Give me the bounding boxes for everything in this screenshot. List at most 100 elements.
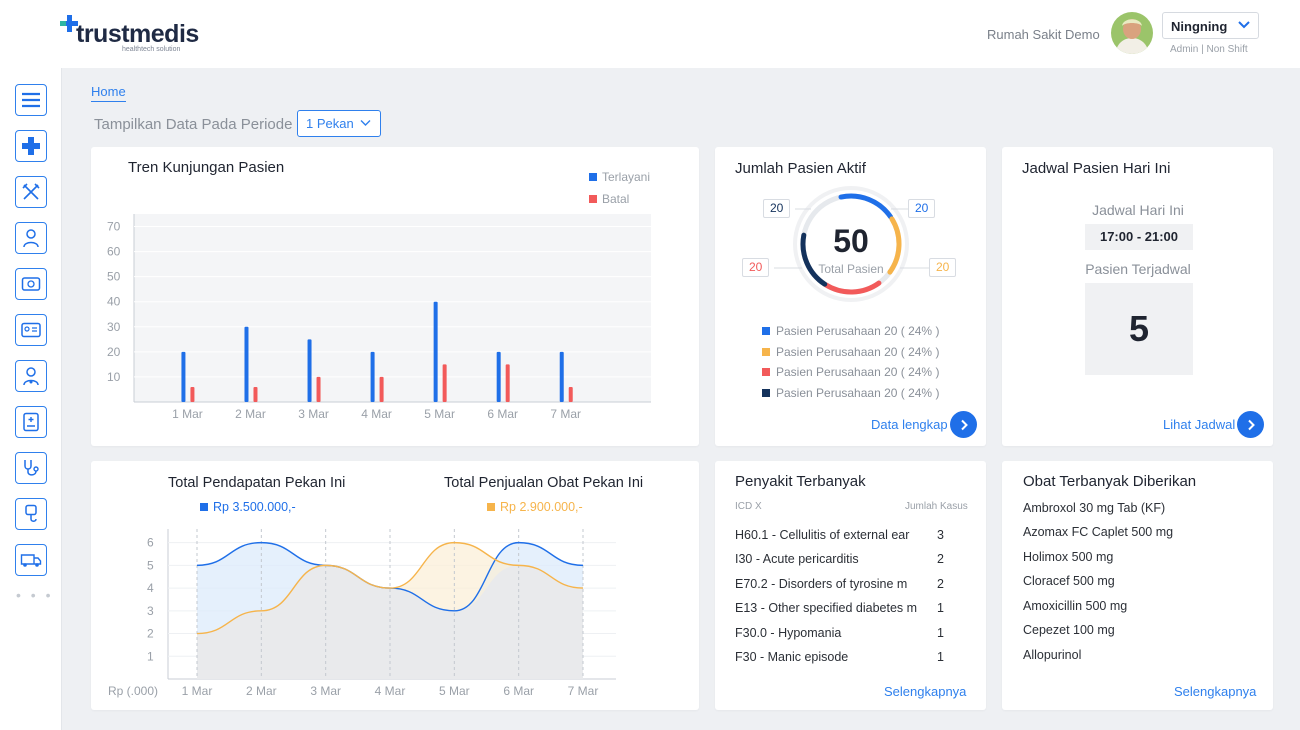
today-schedule-label: Jadwal Hari Ini (1092, 202, 1184, 218)
y-tick-label: 4 (147, 581, 154, 595)
sidebar-item-examination[interactable] (15, 452, 47, 484)
sidebar-item-menu[interactable] (15, 84, 47, 116)
bar-terlayani (496, 351, 501, 402)
y-tick-label: 10 (107, 370, 121, 384)
brand-tagline: healthtech solution (122, 46, 181, 53)
chevron-right-icon (1247, 419, 1255, 430)
icd-column-header: ICD X (735, 501, 762, 512)
sidebar-item-inpatient[interactable] (15, 498, 47, 530)
bar-terlayani (370, 351, 375, 402)
x-tick-label: 4 Mar (361, 407, 392, 421)
revenue-area-chart: 1 2 3 4 5 6 1 Mar 2 Mar 3 Mar 4 Mar 5 Mar 6 Mar 7 Ma… (108, 529, 616, 698)
trustmedis-cross-icon (22, 137, 40, 155)
list-item[interactable]: Azomax FC Caplet 500 mg (1023, 525, 1173, 539)
list-item[interactable]: Allopurinol (1023, 648, 1081, 662)
bar-batal (505, 364, 510, 402)
table-row[interactable]: H60.1 - Cellulitis of external ear 3 (735, 528, 950, 548)
top-bar: trustmedis healthtech solution Rumah Sak… (0, 0, 1300, 68)
list-item[interactable]: Cloracef 500 mg (1023, 574, 1115, 588)
x-tick-label: 1 Mar (182, 684, 213, 698)
bar-terlayani (244, 326, 249, 402)
schedule-card: Jadwal Pasien Hari Ini Jadwal Hari Ini 1… (1002, 147, 1273, 446)
bar-terlayani (307, 339, 312, 402)
sidebar-item-cashier[interactable] (15, 268, 47, 300)
sidebar-item-nurse[interactable] (15, 360, 47, 392)
tools-icon (22, 183, 40, 200)
drugs-title: Obat Terbanyak Diberikan (1023, 473, 1197, 490)
list-item[interactable]: Holimox 500 mg (1023, 550, 1113, 564)
case-count-column-header: Jumlah Kasus (905, 501, 968, 512)
total-patients-label: Total Pasien (818, 262, 884, 276)
visits-card: Tren Kunjungan Pasien Terlayani Batal 10… (91, 147, 699, 446)
bar-batal (316, 376, 321, 402)
breadcrumb[interactable]: Home (91, 84, 126, 102)
table-row[interactable]: F30.0 - Hypomania 1 (735, 626, 950, 646)
x-tick-label: 2 Mar (235, 407, 266, 421)
visits-bar-chart: 10 20 30 40 50 60 70 1 Mar 2 Mar 3 Mar 4 Mar 5 Mar 6… (107, 214, 651, 421)
cash-register-icon (21, 277, 41, 291)
lihat-jadwal-button[interactable] (1237, 411, 1264, 438)
bar-terlayani (181, 351, 186, 402)
x-tick-label: 7 Mar (568, 684, 599, 698)
list-item[interactable]: Amoxicillin 500 mg (1023, 599, 1127, 613)
data-lengkap-button[interactable] (950, 411, 977, 438)
chevron-down-icon (1238, 21, 1250, 29)
sidebar-item-dashboard[interactable] (15, 130, 47, 162)
doctor-icon (23, 229, 39, 248)
revenue-card: Total Pendapatan Pekan Ini Rp 3.500.000,… (91, 461, 699, 710)
user-role: Admin | Non Shift (1170, 44, 1248, 55)
sidebar-item-medical-record[interactable] (15, 406, 47, 438)
plot-area (134, 214, 651, 402)
table-row[interactable]: F30 - Manic episode 1 (735, 650, 950, 670)
diseases-card: Penyakit Terbanyak ICD X Jumlah Kasus H6… (715, 461, 986, 710)
table-row[interactable]: E13 - Other specified diabetes m1 (735, 601, 950, 621)
period-label: Tampilkan Data Pada Periode (94, 116, 293, 133)
x-axis-unit-label: Rp (.000) (108, 684, 158, 698)
lihat-jadwal-link[interactable]: Lihat Jadwal (1163, 417, 1235, 432)
total-patients: 50 (833, 223, 869, 259)
x-tick-label: 6 Mar (503, 684, 534, 698)
list-item[interactable]: Cepezet 100 mg (1023, 623, 1115, 637)
scheduled-patients-label: Pasien Terjadwal (1085, 261, 1191, 277)
sidebar-more[interactable]: • • • (16, 587, 53, 603)
bar-terlayani (433, 301, 438, 402)
bar-batal (379, 376, 384, 402)
donut-legend-item: Pasien Perusahaan 20 ( 24% ) (762, 342, 939, 363)
user-dropdown[interactable]: Ningning (1162, 12, 1259, 39)
iv-drip-icon (25, 504, 37, 522)
table-row[interactable]: E70.2 - Disorders of tyrosine m2 (735, 577, 950, 597)
x-tick-label: 5 Mar (424, 407, 455, 421)
sidebar-item-registration[interactable] (15, 314, 47, 346)
donut-tag-bottom-right: 20 (929, 258, 957, 277)
y-tick-label: 6 (147, 536, 154, 550)
table-row[interactable]: I30 - Acute pericarditis 2 (735, 552, 950, 572)
brand-name: trustmedis (76, 20, 199, 48)
avatar[interactable] (1111, 12, 1153, 54)
ambulance-icon (20, 554, 42, 567)
diseases-more-link[interactable]: Selengkapnya (884, 684, 966, 699)
bar-batal (568, 386, 573, 402)
donut-tag-bottom-left: 20 (742, 258, 770, 277)
sidebar-item-ambulance[interactable] (15, 544, 47, 576)
sidebar: • • • (0, 68, 62, 730)
x-tick-label: 1 Mar (172, 407, 203, 421)
y-tick-label: 20 (107, 345, 121, 359)
y-tick-label: 2 (147, 627, 154, 641)
list-item[interactable]: Ambroxol 30 mg Tab (KF) (1023, 501, 1165, 515)
y-tick-label: 3 (147, 604, 154, 618)
donut-legend-item: Pasien Perusahaan 20 ( 24% ) (762, 362, 939, 383)
hospital-name: Rumah Sakit Demo (987, 27, 1100, 42)
donut-legend-item: Pasien Perusahaan 20 ( 24% ) (762, 321, 939, 342)
x-tick-label: 3 Mar (298, 407, 329, 421)
sidebar-item-tools[interactable] (15, 176, 47, 208)
x-tick-label: 7 Mar (550, 407, 581, 421)
x-tick-label: 3 Mar (310, 684, 341, 698)
sidebar-item-doctor[interactable] (15, 222, 47, 254)
period-dropdown[interactable]: 1 Pekan (297, 110, 381, 137)
schedule-title: Jadwal Pasien Hari Ini (1022, 160, 1171, 177)
drugs-more-link[interactable]: Selengkapnya (1174, 684, 1256, 699)
data-lengkap-link[interactable]: Data lengkap (871, 417, 948, 432)
menu-icon (22, 92, 40, 108)
stethoscope-icon (24, 460, 39, 476)
diseases-title: Penyakit Terbanyak (735, 473, 866, 490)
